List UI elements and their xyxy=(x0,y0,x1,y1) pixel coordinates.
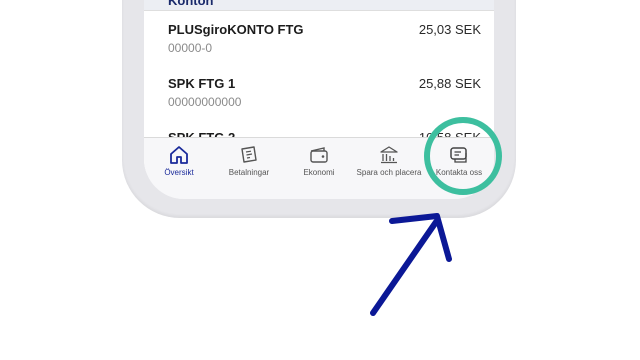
pointer-arrow-icon xyxy=(370,213,452,316)
